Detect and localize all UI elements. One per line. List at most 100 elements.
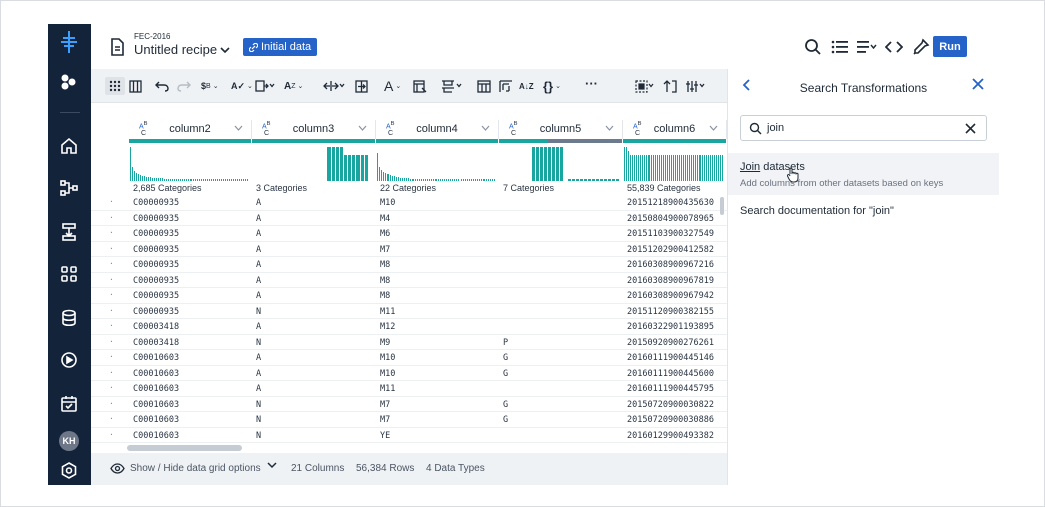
histogram-bar[interactable] — [540, 147, 543, 181]
table-cell[interactable]: C00000935 — [133, 276, 250, 286]
search-icon[interactable] — [803, 37, 823, 57]
histogram-bar[interactable] — [223, 179, 225, 181]
column-menu-icon[interactable] — [709, 123, 718, 133]
table-cell[interactable]: N — [256, 400, 374, 410]
column-quality-bar[interactable] — [129, 139, 251, 143]
histogram-bar[interactable] — [479, 179, 481, 181]
histogram-bar[interactable] — [165, 179, 167, 181]
histogram-bar[interactable] — [572, 179, 575, 181]
histogram-bar[interactable] — [466, 179, 468, 181]
more-icon[interactable]: ··· — [585, 74, 598, 92]
histogram-bar[interactable] — [233, 179, 235, 181]
histogram-bar[interactable] — [645, 155, 647, 181]
table-cell[interactable]: 20151218900435630 — [627, 198, 725, 208]
histogram-bar[interactable] — [629, 155, 631, 181]
table-cell[interactable]: P — [503, 338, 621, 348]
table-cell[interactable]: C00010603 — [133, 384, 250, 394]
histogram-bar[interactable] — [231, 179, 233, 181]
histogram-bar[interactable] — [560, 147, 563, 181]
table-cell[interactable]: 20151202900412582 — [627, 245, 725, 255]
table-cell[interactable]: N — [256, 415, 374, 425]
histogram-bar[interactable] — [708, 155, 710, 181]
calendar-icon[interactable] — [59, 394, 79, 414]
restructure-icon[interactable] — [413, 77, 427, 95]
table-cell[interactable]: N — [256, 307, 374, 317]
histogram-bar[interactable] — [181, 179, 183, 181]
table-row[interactable]: · C00003418 A M12 20160322901193895 — [91, 319, 727, 335]
histogram-bar[interactable] — [435, 179, 437, 181]
histogram-bar[interactable] — [420, 179, 422, 181]
table-cell[interactable]: M11 — [380, 307, 497, 317]
run-button[interactable]: Run — [933, 36, 967, 57]
histogram-bar[interactable] — [704, 155, 706, 181]
histogram-bar[interactable] — [485, 179, 487, 181]
histogram-bar[interactable] — [682, 155, 684, 181]
histogram-bar[interactable] — [161, 178, 163, 181]
histogram-bar[interactable] — [481, 179, 483, 181]
table-row[interactable]: · C00010603 A M10 G 20160111900445146 — [91, 350, 727, 366]
histogram-bar[interactable] — [676, 155, 678, 181]
table-row[interactable]: · C00003418 N M9 P 20150920900276261 — [91, 335, 727, 350]
histogram-bar[interactable] — [418, 179, 420, 181]
histogram-bar[interactable] — [410, 179, 412, 181]
table-cell[interactable]: 20150720900030822 — [627, 400, 725, 410]
database-icon[interactable] — [59, 308, 79, 328]
histogram-bar[interactable] — [464, 179, 466, 181]
histogram-bar[interactable] — [714, 155, 716, 181]
histogram-bar[interactable] — [625, 147, 627, 181]
histogram-bar[interactable] — [627, 151, 629, 181]
table-cell[interactable]: C00010603 — [133, 400, 250, 410]
table-cell[interactable]: M8 — [380, 291, 497, 301]
histogram-bar[interactable] — [235, 179, 237, 181]
histogram-bar[interactable] — [596, 179, 599, 181]
table-cell[interactable]: A — [256, 384, 374, 394]
histogram-bar[interactable] — [468, 179, 470, 181]
histogram-bar[interactable] — [588, 179, 591, 181]
table-cell[interactable]: C00010603 — [133, 431, 250, 441]
histogram-bar[interactable] — [199, 179, 201, 181]
table-row[interactable]: · C00000935 A M7 20151202900412582 — [91, 242, 727, 257]
histogram-bar[interactable] — [483, 179, 485, 181]
histogram-bar[interactable] — [659, 155, 661, 181]
table-cell[interactable]: M7 — [380, 245, 497, 255]
histogram-bar[interactable] — [163, 179, 165, 181]
apps-icon[interactable] — [59, 72, 79, 92]
table-cell[interactable]: M7 — [380, 400, 497, 410]
table-cell[interactable]: C00000935 — [133, 214, 250, 224]
histogram-bar[interactable] — [532, 147, 535, 181]
histogram-bar[interactable] — [177, 179, 179, 181]
histogram-bar[interactable] — [377, 153, 379, 181]
histogram-bar[interactable] — [229, 179, 231, 181]
table-cell[interactable]: A — [256, 214, 374, 224]
table-cell[interactable]: M4 — [380, 214, 497, 224]
table-cell[interactable]: 20160111900445600 — [627, 369, 725, 379]
histogram-bar[interactable] — [157, 178, 159, 181]
histogram-bar[interactable] — [680, 155, 682, 181]
table-cell[interactable]: M11 — [380, 384, 497, 394]
split-icon[interactable] — [255, 77, 275, 95]
flow-icon[interactable] — [59, 178, 79, 198]
histogram-bar[interactable] — [379, 167, 381, 181]
table-row[interactable]: · C00000935 A M6 20151103900327549 — [91, 226, 727, 242]
histogram-bar[interactable] — [429, 179, 431, 181]
eye-icon[interactable] — [110, 463, 125, 477]
histogram-bar[interactable] — [406, 178, 408, 181]
table-row[interactable]: · C00010603 A M11 20160111900445795 — [91, 381, 727, 397]
table-cell[interactable]: G — [503, 415, 621, 425]
histogram-bar[interactable] — [414, 179, 416, 181]
histogram-bar[interactable] — [381, 170, 383, 181]
histogram-bar[interactable] — [167, 179, 169, 181]
histogram-bar[interactable] — [203, 179, 205, 181]
histogram-bar[interactable] — [712, 155, 714, 181]
histogram-bar[interactable] — [690, 155, 692, 181]
histogram-bar[interactable] — [649, 155, 651, 181]
histogram-bar[interactable] — [487, 179, 489, 181]
histogram-bar[interactable] — [207, 179, 209, 181]
braces-icon[interactable]: {} ⌄ — [543, 77, 561, 95]
histogram-bar[interactable] — [556, 147, 559, 181]
pipette-icon[interactable] — [911, 37, 931, 57]
table-cell[interactable]: 20150920900276261 — [627, 338, 725, 348]
histogram-bar[interactable] — [612, 179, 615, 181]
table-cell[interactable]: 20150804900078965 — [627, 214, 725, 224]
redo-icon[interactable] — [177, 77, 191, 95]
